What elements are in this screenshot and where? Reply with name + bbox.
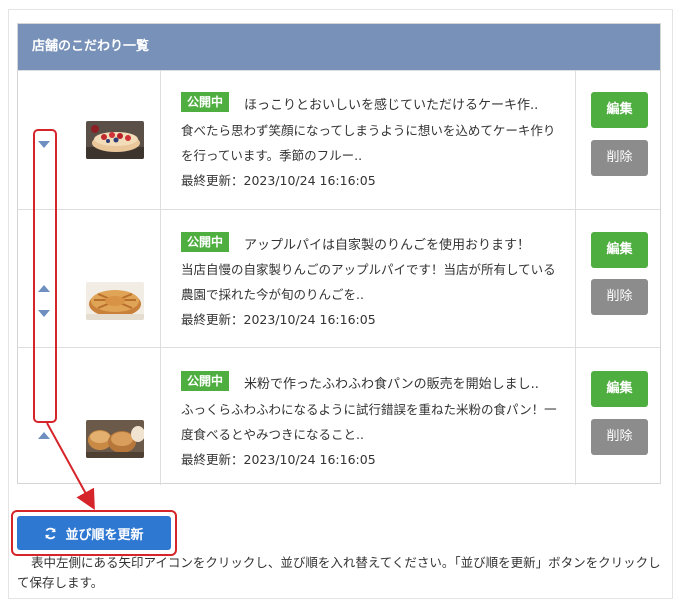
last-updated: 最終更新：2023/10/24 16:16:05 — [181, 173, 376, 188]
delete-button[interactable]: 削除 — [591, 419, 648, 455]
item-description: 食べたら思わず笑顔になってしまうように想いを込めてケーキ作りを行っています。季節… — [181, 123, 556, 163]
last-updated: 最終更新：2023/10/24 16:16:05 — [181, 312, 376, 327]
update-order-label: 並び順を更新 — [65, 527, 144, 543]
update-order-button[interactable]: 並び順を更新 — [17, 516, 171, 550]
cake-thumbnail — [86, 121, 144, 159]
panel-header: 店舗のこだわり一覧 — [18, 24, 660, 70]
edit-button[interactable]: 編集 — [591, 232, 648, 268]
item-description: ふっくらふわふわになるように試行錯誤を重ねた米粉の食パン！一度食べるとやみつきに… — [181, 402, 557, 442]
table-row: 公開中 アップルパイは自家製のりんごを使用おります！ 当店自慢の自家製りんごのア… — [18, 209, 660, 347]
item-description: 当店自慢の自家製りんごのアップルパイです！当店が所有している農園で採れた今が旬の… — [181, 262, 556, 302]
item-title: ほっこりとおいしいを感じていただけるケーキ作.. — [244, 98, 539, 113]
refresh-icon — [44, 527, 57, 540]
status-badge: 公開中 — [181, 92, 230, 112]
table-row: 公開中 ほっこりとおいしいを感じていただけるケーキ作.. 食べたら思わず笑顔にな… — [18, 70, 660, 209]
feature-list-panel: 店舗のこだわり一覧 公開中 ほっこりとおいしいを感じていただけるケーキ作.. 食… — [17, 23, 661, 485]
apple-pie-thumbnail — [86, 282, 144, 320]
edit-button[interactable]: 編集 — [591, 371, 648, 407]
item-title: アップルパイは自家製のりんごを使用おります！ — [244, 238, 531, 253]
table-row: 公開中 米粉で作ったふわふわ食パンの販売を開始しまし.. ふっくらふわふわになる… — [18, 347, 660, 485]
delete-button[interactable]: 削除 — [591, 279, 648, 315]
move-up-icon[interactable] — [38, 432, 50, 439]
arrow-column-highlight — [33, 129, 57, 423]
bread-thumbnail — [86, 420, 144, 458]
help-note: 表中左側にある矢印アイコンをクリックし、並び順を入れ替えてください。「並び順を更… — [17, 555, 661, 590]
status-badge: 公開中 — [181, 371, 230, 391]
status-badge: 公開中 — [181, 232, 230, 252]
edit-button[interactable]: 編集 — [591, 92, 648, 128]
delete-button[interactable]: 削除 — [591, 140, 648, 176]
item-title: 米粉で作ったふわふわ食パンの販売を開始しまし.. — [244, 377, 539, 392]
update-button-highlight: 並び順を更新 — [11, 510, 177, 556]
last-updated: 最終更新：2023/10/24 16:16:05 — [181, 452, 376, 467]
